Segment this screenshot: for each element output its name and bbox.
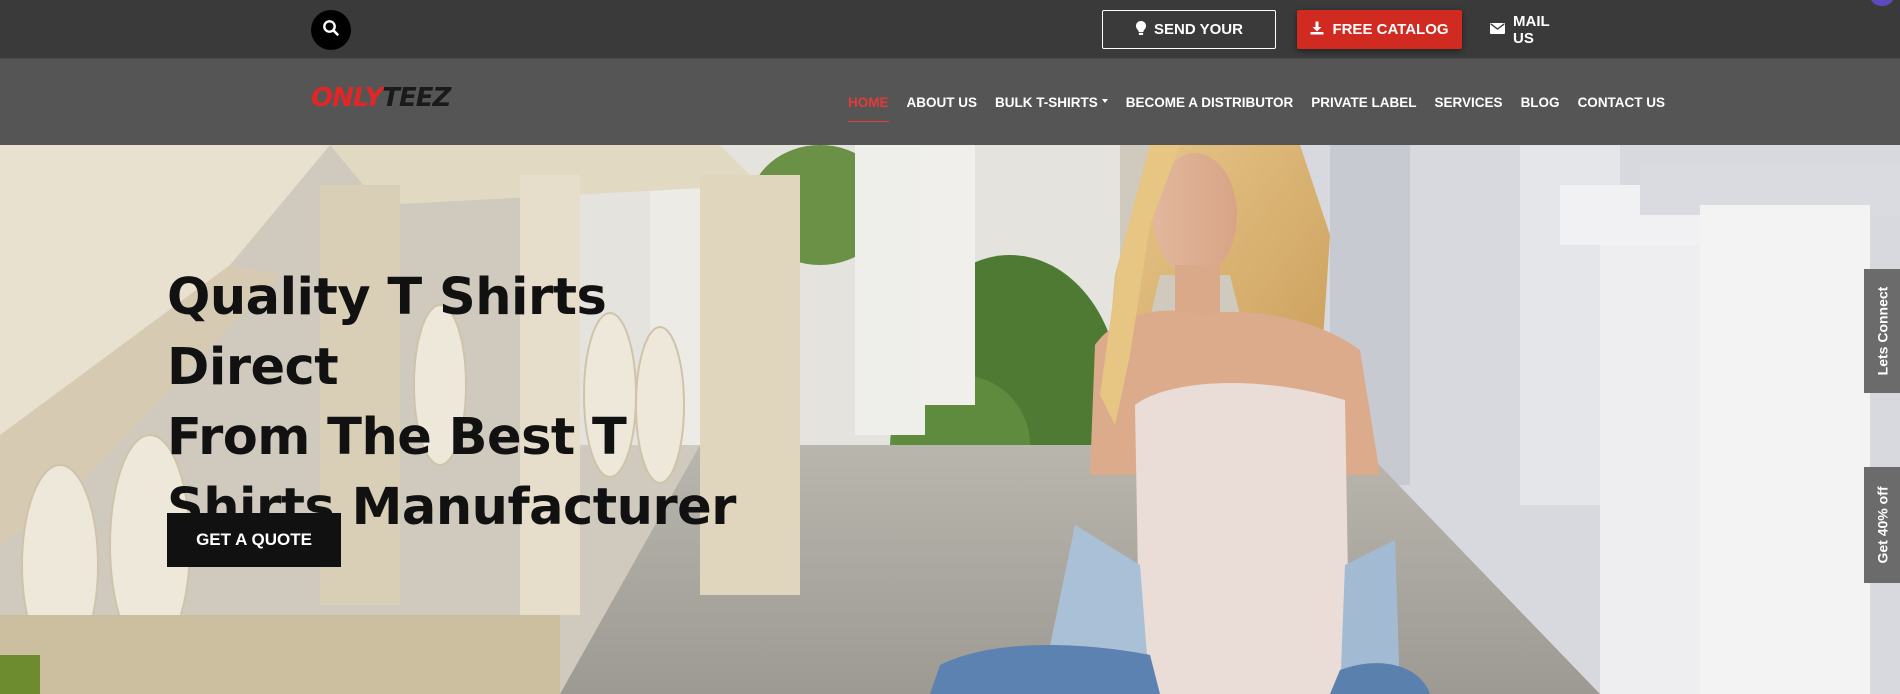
mail-us-label: MAIL US <box>1513 12 1550 47</box>
hero-section: Quality T Shirts Direct From The Best T … <box>0 145 1900 694</box>
logo-text-teez: TEEZ <box>382 83 451 113</box>
nav-item-become-a-distributor[interactable]: BECOME A DISTRIBUTOR <box>1126 89 1294 116</box>
get-40-off-label: Get 40% off <box>1874 486 1891 564</box>
search-button[interactable] <box>311 10 351 50</box>
free-catalog-label: FREE CATALOG <box>1332 21 1449 38</box>
nav-item-home[interactable]: HOME <box>848 89 889 122</box>
nav-item-bulk-t-shirts[interactable]: BULK T-SHIRTS <box>995 89 1108 116</box>
hero-title-line-1: Quality T Shirts Direct <box>167 268 607 397</box>
get-a-quote-button[interactable]: GET A QUOTE <box>167 513 341 567</box>
send-your-label: SEND YOUR <box>1154 21 1243 38</box>
main-nav: HOME ABOUT US BULK T-SHIRTS BECOME A DIS… <box>848 59 1665 145</box>
logo-text-only: ONLY <box>311 83 383 113</box>
search-icon <box>322 19 340 42</box>
hero-title: Quality T Shirts Direct From The Best T … <box>167 263 787 543</box>
lets-connect-tab[interactable]: Lets Connect <box>1864 269 1900 393</box>
nav-item-contact-us[interactable]: CONTACT US <box>1578 89 1666 116</box>
free-catalog-button[interactable]: FREE CATALOG <box>1297 10 1462 49</box>
hero-title-line-2: From The Best T <box>167 408 627 467</box>
top-bar: SEND YOUR FREE CATALOG MAIL US <box>0 0 1900 59</box>
nav-item-bulk-t-shirts-label: BULK T-SHIRTS <box>995 94 1098 110</box>
nav-item-services[interactable]: SERVICES <box>1435 89 1503 116</box>
nav-item-blog[interactable]: BLOG <box>1521 89 1560 116</box>
mail-us-button[interactable]: MAIL US <box>1490 10 1570 49</box>
lets-connect-label: Lets Connect <box>1874 286 1890 376</box>
envelope-icon <box>1490 21 1505 38</box>
nav-item-about-us[interactable]: ABOUT US <box>907 89 978 116</box>
get-40-off-tab[interactable]: Get 40% off <box>1864 467 1900 583</box>
caret-down-icon <box>1101 98 1108 103</box>
nav-item-private-label[interactable]: PRIVATE LABEL <box>1311 89 1416 116</box>
send-your-design-button[interactable]: SEND YOUR <box>1102 10 1276 49</box>
download-icon <box>1310 21 1324 39</box>
site-logo[interactable]: ONLYTEEZ <box>311 83 451 113</box>
lightbulb-icon <box>1135 20 1147 40</box>
main-navbar: ONLYTEEZ HOME ABOUT US BULK T-SHIRTS BEC… <box>0 59 1900 145</box>
notification-dot <box>1870 0 1894 6</box>
